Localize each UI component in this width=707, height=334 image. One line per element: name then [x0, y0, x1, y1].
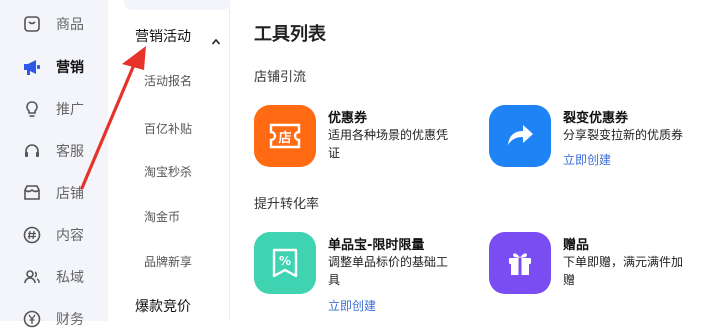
people-icon [22, 267, 42, 287]
secondary-menu: 营销活动 活动报名 百亿补贴 淘宝秒杀 淘金币 品牌新享 爆款竞价 [108, 0, 230, 321]
rail-item-product[interactable]: 商品 [0, 9, 108, 39]
coupon-tile-glyph: 店 [278, 130, 292, 146]
discount-tag-icon: % [254, 232, 316, 294]
rail-item-label: 内容 [56, 228, 84, 244]
rail-item-promotion[interactable]: 推广 [0, 94, 108, 124]
rail-item-marketing[interactable]: 营销 [0, 52, 108, 82]
tool-card-coupon[interactable]: 店 优惠券 适用各种场景的优惠凭证 [254, 105, 469, 175]
rail-item-label: 商品 [56, 17, 84, 33]
create-now-link[interactable]: 立即创建 [328, 297, 376, 314]
store-icon [22, 183, 42, 203]
section-title: 店铺引流 [254, 70, 307, 85]
submenu-item[interactable]: 品牌新享 [144, 253, 192, 270]
tool-card-gift[interactable]: 赠品 下单即赠，满元满件加赠 [489, 232, 699, 302]
tool-name: 赠品 [563, 238, 590, 253]
rail-item-label: 财务 [56, 312, 84, 328]
rail-item-label: 客服 [56, 144, 84, 160]
bulb-icon [22, 99, 42, 119]
rail-item-store[interactable]: 店铺 [0, 178, 108, 208]
yen-icon [22, 309, 42, 329]
page-title: 工具列表 [254, 24, 326, 45]
tool-name: 裂变优惠券 [563, 111, 629, 126]
submenu-item[interactable]: 淘宝秒杀 [144, 163, 192, 180]
tool-card-fission-coupon[interactable]: 裂变优惠券 分享裂变拉新的优质券 立即创建 [489, 105, 699, 175]
tool-desc: 调整单品标价的基础工具 [328, 255, 449, 287]
left-rail: 商品 营销 推广 客服 店铺 内容 私域 财务 [0, 0, 108, 328]
tool-desc: 下单即赠，满元满件加赠 [563, 255, 684, 287]
coupon-store-icon: 店 [254, 105, 316, 167]
rail-item-content[interactable]: 内容 [0, 220, 108, 250]
share-arrow-icon [489, 105, 551, 167]
submenu-item[interactable]: 淘金币 [144, 208, 180, 225]
section-title: 提升转化率 [254, 197, 320, 212]
submenu-item[interactable]: 百亿补贴 [144, 120, 192, 137]
tool-name: 单品宝-限时限量 [328, 238, 425, 253]
megaphone-icon [22, 57, 42, 77]
product-icon [22, 14, 42, 34]
submenu-group-bidding[interactable]: 爆款竞价 [135, 296, 191, 316]
submenu-group-marketing-activities[interactable]: 营销活动 [135, 26, 191, 46]
tool-desc: 分享裂变拉新的优质券 [563, 128, 684, 142]
rail-item-label: 推广 [56, 102, 84, 118]
discount-tile-glyph: % [278, 254, 292, 268]
headset-icon [22, 141, 42, 161]
rail-item-label: 店铺 [56, 186, 84, 202]
rail-item-label: 营销 [56, 60, 84, 76]
submenu-item[interactable]: 活动报名 [144, 72, 192, 89]
tool-card-single-item-discount[interactable]: % 单品宝-限时限量 调整单品标价的基础工具 立即创建 [254, 232, 469, 314]
rail-item-finance[interactable]: 财务 [0, 304, 108, 334]
chevron-up-icon[interactable] [211, 31, 221, 45]
tool-name: 优惠券 [328, 111, 368, 126]
hash-icon [22, 225, 42, 245]
gift-icon [489, 232, 551, 294]
rail-item-label: 私域 [56, 270, 84, 286]
submenu-top-pill [124, 0, 230, 10]
rail-item-private[interactable]: 私域 [0, 262, 108, 292]
tool-desc: 适用各种场景的优惠凭证 [328, 128, 449, 160]
rail-item-service[interactable]: 客服 [0, 136, 108, 166]
create-now-link[interactable]: 立即创建 [563, 151, 611, 168]
